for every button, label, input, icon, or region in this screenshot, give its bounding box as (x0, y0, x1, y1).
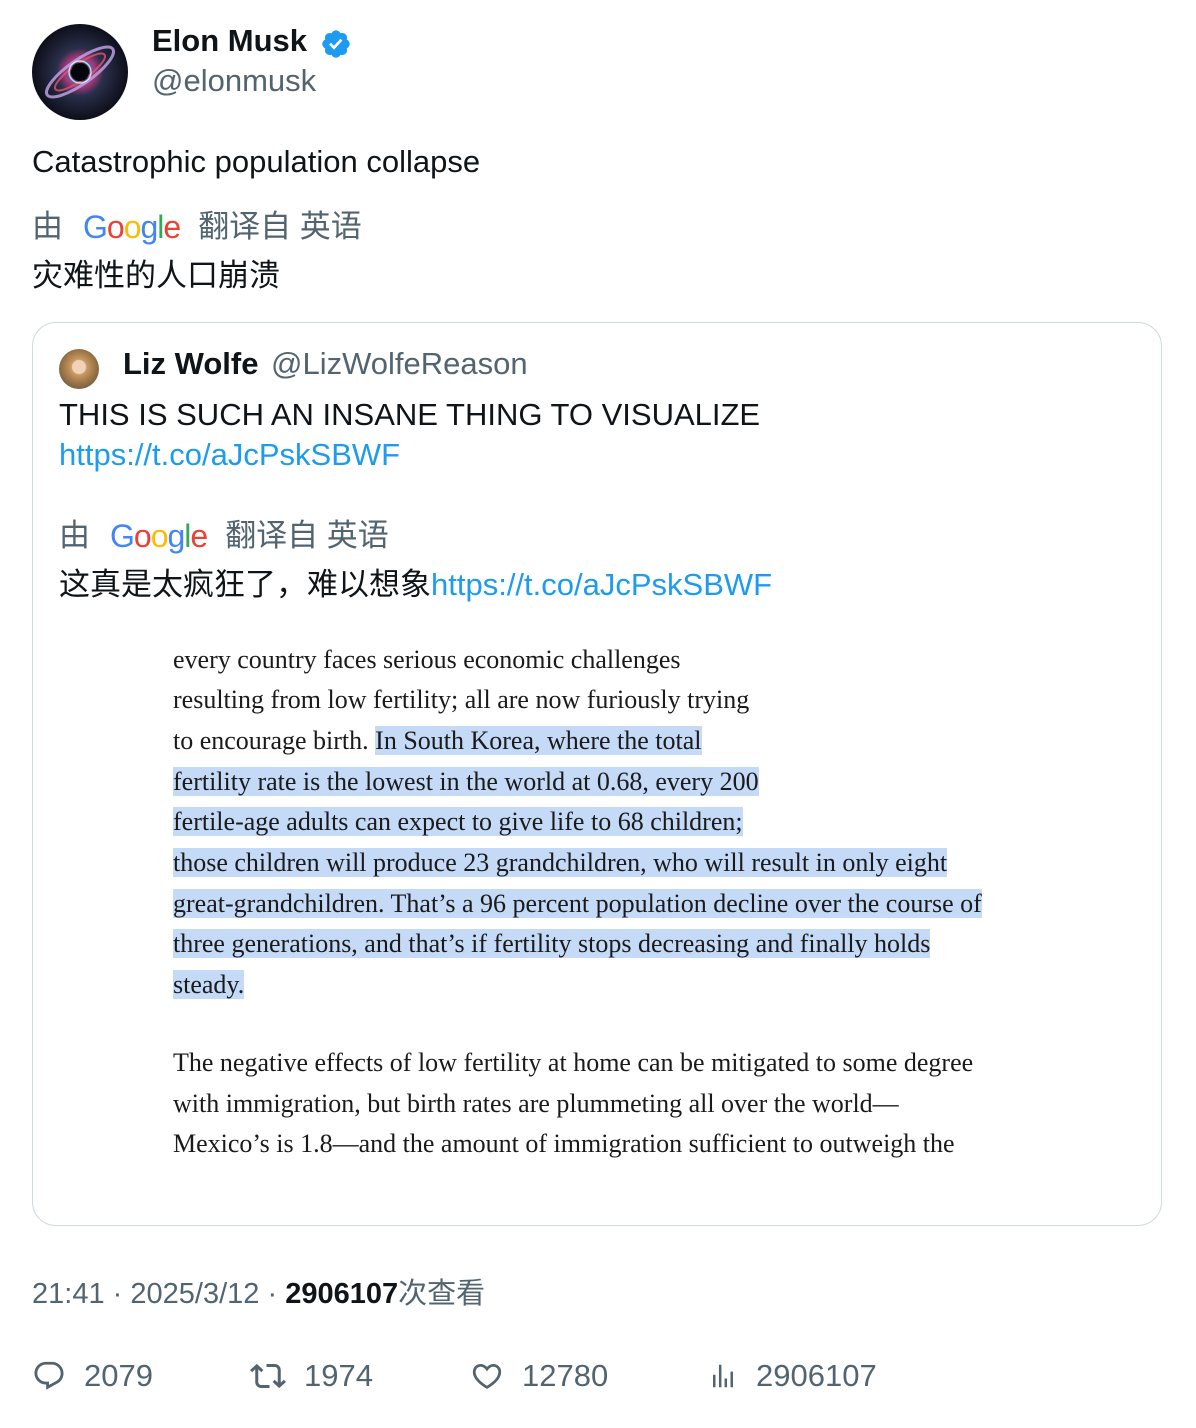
retweet-count: 1974 (304, 1358, 373, 1393)
quoted-image[interactable]: every country faces serious economic cha… (33, 629, 1161, 1177)
avatar[interactable] (32, 24, 128, 120)
author-name[interactable]: Elon Musk (152, 22, 307, 60)
views-button[interactable]: 2906107 (708, 1358, 877, 1394)
quoted-author-handle[interactable]: @LizWolfeReason (271, 345, 528, 383)
highlighted-text: those children will produce 23 grandchil… (173, 848, 948, 877)
views-count: 2906107 (756, 1358, 877, 1393)
retweet-icon (250, 1363, 286, 1389)
meta-separator: · (112, 1278, 123, 1310)
views-label: 次查看 (398, 1278, 486, 1310)
image-text-segment: to encourage birth. (173, 726, 376, 755)
quoted-avatar[interactable] (59, 349, 99, 389)
author-handle[interactable]: @elonmusk (152, 62, 316, 100)
translation-attribution: 由 Google 翻译自 英语 (32, 206, 362, 248)
highlighted-text: steady. (173, 970, 245, 999)
image-text-line: great-grandchildren. That’s a 96 percent… (173, 885, 982, 923)
translated-text: 灾难性的人口崩溃 (32, 258, 280, 293)
translated-text-body: 这真是太疯狂了，难以想象 (59, 567, 431, 602)
image-text-line: resulting from low fertility; all are no… (173, 685, 750, 714)
verified-badge-icon (322, 30, 350, 58)
google-logo: Google (83, 209, 181, 245)
highlighted-text: great-grandchildren. That’s a 96 percent… (173, 889, 982, 918)
quoted-translation-attribution: 由 Google 翻译自 英语 (59, 515, 389, 557)
image-text-line: steady. (173, 966, 245, 1004)
image-text-line: fertility rate is the lowest in the worl… (173, 763, 759, 801)
quoted-link[interactable]: https://t.co/aJcPskSBWF (59, 435, 400, 475)
retweet-button[interactable]: 1974 (250, 1358, 373, 1394)
quoted-author-name[interactable]: Liz Wolfe (123, 345, 258, 383)
translation-from-label: 翻译自 英语 (225, 518, 389, 553)
reply-icon (34, 1361, 64, 1390)
image-text-line: every country faces serious economic cha… (173, 645, 681, 674)
analytics-icon (713, 1364, 733, 1388)
highlighted-text: three generations, and that’s if fertili… (173, 929, 931, 958)
tweet-date[interactable]: 2025/3/12 (130, 1278, 259, 1310)
quoted-translated-text: 这真是太疯狂了，难以想象https://t.co/aJcPskSBWF (59, 565, 772, 605)
tweet-text: Catastrophic population collapse (32, 144, 481, 179)
like-count: 12780 (522, 1358, 609, 1393)
image-text-line: those children will produce 23 grandchil… (173, 844, 948, 882)
translated-link[interactable]: https://t.co/aJcPskSBWF (431, 567, 772, 602)
translation-from-label: 翻译自 英语 (198, 209, 362, 244)
quoted-tweet[interactable]: Liz Wolfe @LizWolfeReason THIS IS SUCH A… (32, 322, 1162, 1226)
view-count: 2906107 (285, 1278, 399, 1310)
highlighted-text: In South Korea, where the total (375, 726, 702, 755)
highlighted-text: fertility rate is the lowest in the worl… (173, 767, 759, 796)
google-logo: Google (110, 518, 208, 554)
image-text-line: to encourage birth. In South Korea, wher… (173, 722, 702, 760)
image-text-line: with immigration, but birth rates are pl… (173, 1089, 899, 1118)
quoted-text: THIS IS SUCH AN INSANE THING TO VISUALIZ… (59, 397, 761, 432)
reply-count: 2079 (84, 1358, 153, 1393)
like-button[interactable]: 12780 (470, 1358, 608, 1394)
image-text-line: Mexico’s is 1.8—and the amount of immigr… (173, 1129, 955, 1158)
highlighted-text: fertile-age adults can expect to give li… (173, 807, 743, 836)
heart-icon (472, 1363, 502, 1389)
translation-by-label: 由 (32, 209, 63, 244)
tweet-meta: 21:41 · 2025/3/12 · 2906107次查看 (32, 1274, 485, 1314)
image-text-line: The negative effects of low fertility at… (173, 1048, 974, 1077)
translation-by-label: 由 (59, 518, 90, 553)
image-text-line: fertile-age adults can expect to give li… (173, 803, 743, 841)
tweet-time[interactable]: 21:41 (32, 1278, 105, 1310)
meta-separator: · (267, 1278, 278, 1310)
action-bar: 2079 1974 12780 2906107 (32, 1358, 1162, 1406)
image-text-line: three generations, and that’s if fertili… (173, 925, 931, 963)
reply-button[interactable]: 2079 (32, 1358, 153, 1394)
